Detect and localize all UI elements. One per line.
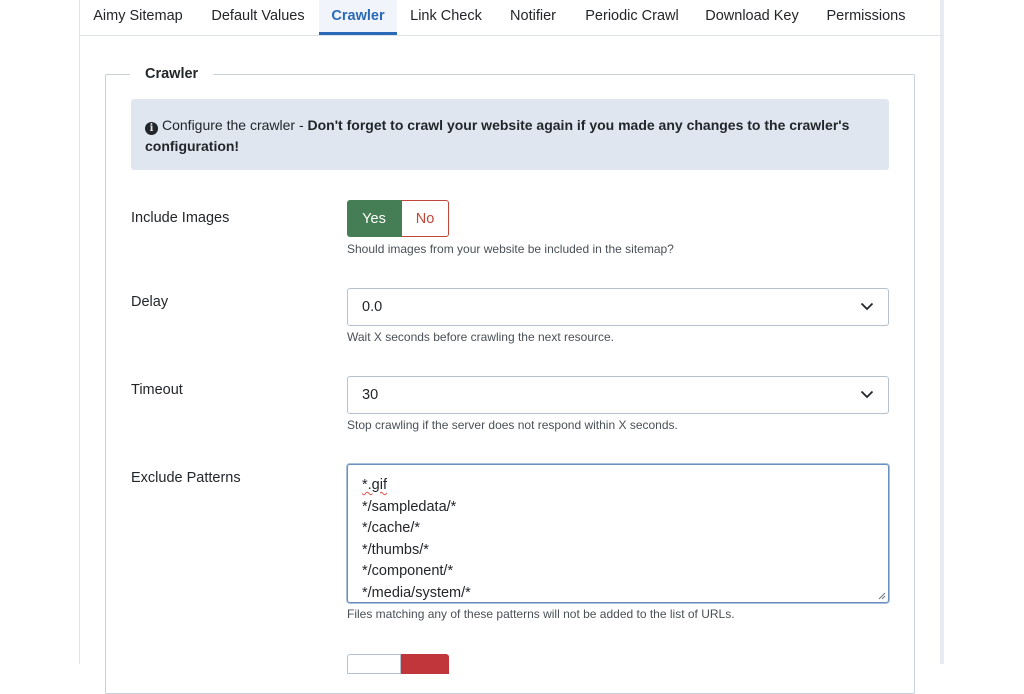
timeout-value: 30 [362,387,379,403]
tab-notifier[interactable]: Notifier [500,0,566,35]
exclude-patterns-help: Files matching any of these patterns wil… [347,607,735,621]
no-button[interactable]: No [401,200,449,237]
pattern-line: */sampledata/* [362,498,457,515]
exclude-patterns-label: Exclude Patterns [131,470,241,486]
scrollbar-track[interactable] [940,0,944,664]
alert-text: Configure the crawler - [162,117,308,133]
resize-handle-icon[interactable] [878,592,886,600]
pattern-line: */component/* [362,563,454,580]
tab-permissions[interactable]: Permissions [817,0,915,35]
next-toggle-right[interactable] [401,654,449,674]
tab-aimy-sitemap[interactable]: Aimy Sitemap [80,0,196,35]
tab-crawler[interactable]: Crawler [319,0,397,35]
delay-help: Wait X seconds before crawling the next … [347,330,615,344]
next-toggle [347,654,449,674]
include-images-toggle: Yes No [347,200,449,237]
pattern-line: */media/system/* [362,584,471,601]
pattern-line: *.gif [362,477,387,493]
tab-bar: Aimy Sitemap Default Values Crawler Link… [80,0,942,36]
delay-select[interactable]: 0.0 [347,288,889,326]
tab-download-key[interactable]: Download Key [697,0,807,35]
delay-label: Delay [131,294,169,310]
tab-link-check[interactable]: Link Check [402,0,490,35]
timeout-label: Timeout [131,382,183,398]
timeout-select[interactable]: 30 [347,376,889,414]
tab-default-values[interactable]: Default Values [202,0,314,35]
fieldset-legend: Crawler [130,64,214,84]
timeout-help: Stop crawling if the server does not res… [347,418,678,432]
chevron-down-icon [860,390,874,399]
include-images-help: Should images from your website be inclu… [347,242,674,256]
chevron-down-icon [860,302,874,311]
info-alert: i Configure the crawler - Don't forget to… [131,99,889,170]
info-icon: i [145,122,158,135]
delay-value: 0.0 [362,299,383,315]
tab-periodic-crawl[interactable]: Periodic Crawl [576,0,688,35]
include-images-label: Include Images [131,210,230,226]
yes-button[interactable]: Yes [347,200,401,237]
pattern-line: */cache/* [362,520,421,537]
next-toggle-left[interactable] [347,654,401,674]
exclude-patterns-textarea[interactable]: *.gif */sampledata/* */cache/* */thumbs/… [347,464,889,603]
pattern-line: */thumbs/* [362,541,429,558]
